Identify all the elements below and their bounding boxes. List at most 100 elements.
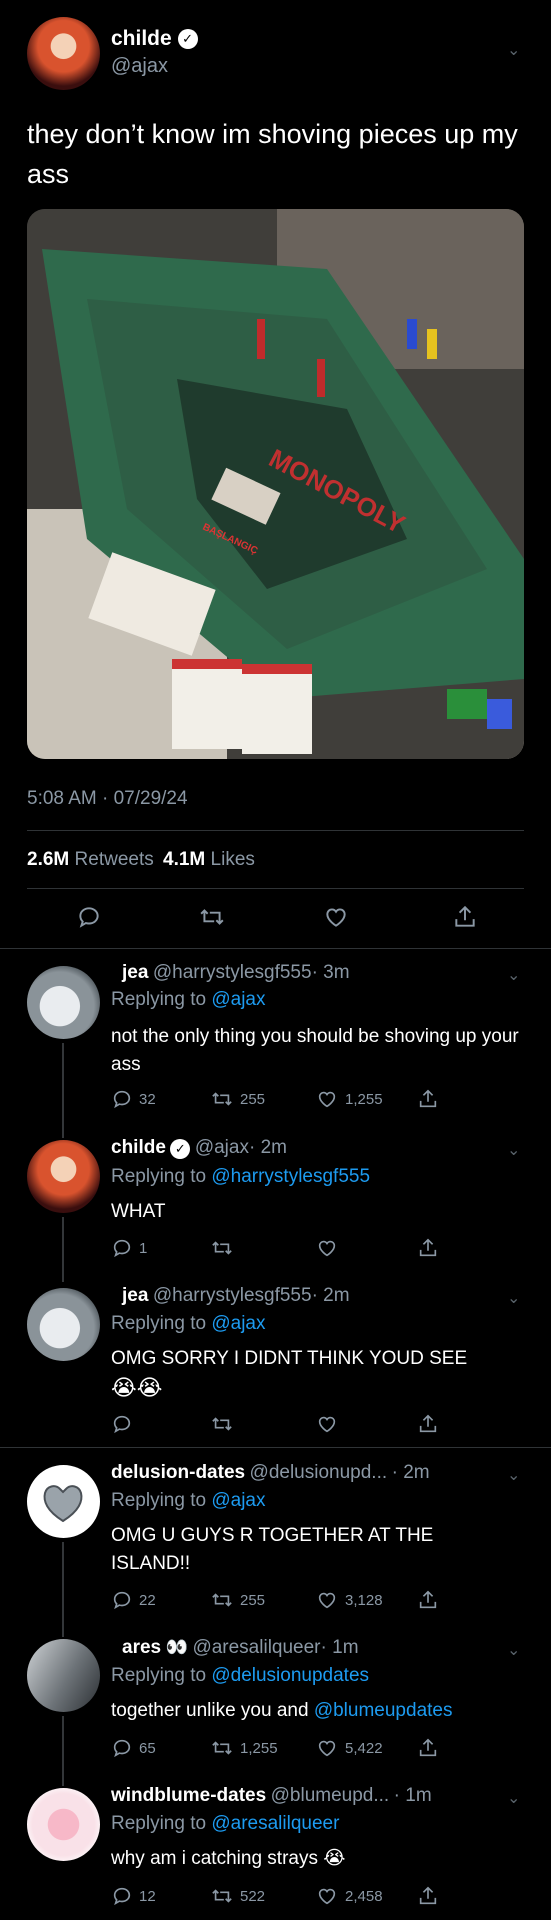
thread-line	[62, 1043, 64, 1138]
chevron-down-icon[interactable]: ⌄	[507, 1640, 520, 1660]
reply-time[interactable]: · 2m	[392, 1462, 430, 1483]
avatar[interactable]	[27, 1140, 100, 1213]
reply-time[interactable]: · 3m	[312, 962, 350, 983]
avatar[interactable]	[27, 1639, 100, 1712]
reply-button[interactable]: 22	[111, 1589, 156, 1611]
avatar[interactable]	[27, 1288, 100, 1361]
share-button[interactable]	[417, 1589, 445, 1611]
handle[interactable]: @ajax	[111, 55, 168, 78]
handle[interactable]: @ajax	[195, 1137, 249, 1158]
reply-icon	[113, 1887, 131, 1906]
like-button[interactable]: 1,255	[315, 1088, 383, 1110]
heart-icon	[326, 908, 346, 927]
handle[interactable]: @blumeupd...	[271, 1785, 390, 1806]
share-button[interactable]	[417, 1088, 445, 1110]
retweet-button[interactable]: 255	[210, 1589, 265, 1611]
share-icon	[419, 1414, 437, 1433]
mention-link[interactable]: @ajax	[211, 989, 265, 1010]
display-name[interactable]: jea	[122, 1285, 148, 1306]
share-icon	[419, 1886, 437, 1905]
display-name[interactable]: childe	[111, 27, 172, 50]
reply-icon	[113, 1591, 131, 1610]
reply-text: not the only thing you should be shoving…	[111, 1026, 519, 1075]
mention-link[interactable]: @ajax	[211, 1313, 265, 1334]
retweet-icon	[212, 1741, 232, 1755]
avatar[interactable]	[27, 1465, 100, 1538]
retweet-button[interactable]	[210, 1413, 240, 1435]
share-icon	[455, 905, 475, 927]
retweet-button[interactable]: 255	[210, 1088, 265, 1110]
reply-button[interactable]: 32	[111, 1088, 156, 1110]
handle[interactable]: @delusionupd...	[250, 1462, 388, 1483]
avatar[interactable]	[27, 966, 100, 1039]
reply-time[interactable]: · 1m	[321, 1637, 359, 1658]
handle[interactable]: @harrystylesgf555	[153, 1285, 312, 1306]
chevron-down-icon[interactable]: ⌄	[507, 1288, 520, 1308]
display-name[interactable]: ares	[122, 1637, 161, 1658]
chevron-down-icon[interactable]: ⌄	[507, 40, 520, 60]
thread-line	[62, 1217, 64, 1282]
reply-header: ares 👀 @aresalilqueer· 1m	[122, 1637, 359, 1659]
retweet-button[interactable]: 1,255	[210, 1737, 278, 1759]
reply-time[interactable]: · 1m	[394, 1785, 432, 1806]
reply-time[interactable]: · 2m	[249, 1137, 287, 1158]
retweet-button[interactable]: 522	[210, 1885, 265, 1907]
retweet-button[interactable]	[210, 1237, 240, 1259]
tweet-photo[interactable]: MONOPOLY BAŞLANGIÇ	[27, 209, 524, 759]
like-button[interactable]	[322, 904, 356, 930]
chevron-down-icon[interactable]: ⌄	[507, 965, 520, 985]
share-icon	[419, 1738, 437, 1757]
tweet-timestamp[interactable]: 5:08 AM · 07/29/24	[27, 788, 188, 810]
display-name[interactable]: childe	[111, 1137, 166, 1158]
reply-button[interactable]: 1	[111, 1237, 147, 1259]
display-name[interactable]: windblume-dates	[111, 1785, 266, 1806]
share-button[interactable]	[417, 1237, 445, 1259]
mention-link[interactable]: @ajax	[211, 1490, 265, 1511]
retweets-label[interactable]: Retweets	[75, 849, 154, 870]
retweet-count: 255	[240, 1591, 266, 1609]
like-button[interactable]	[315, 1237, 345, 1259]
reply-text: OMG U GUYS R TOGETHER AT THE ISLAND!!	[111, 1525, 434, 1574]
display-name[interactable]: delusion-dates	[111, 1462, 245, 1483]
mention-link[interactable]: @harrystylesgf555	[211, 1166, 370, 1187]
like-button[interactable]: 5,422	[315, 1737, 383, 1759]
mention-link[interactable]: @blumeupdates	[314, 1700, 453, 1721]
mention-link[interactable]: @aresalilqueer	[211, 1813, 339, 1834]
retweet-button[interactable]	[198, 904, 232, 930]
like-count: 2,458	[345, 1887, 383, 1905]
heart-icon	[318, 1740, 336, 1757]
reply-button[interactable]	[76, 904, 108, 930]
reply-button[interactable]: 12	[111, 1885, 156, 1907]
chevron-down-icon[interactable]: ⌄	[507, 1465, 520, 1485]
reply-emoji: 😭😭	[111, 1375, 163, 1400]
likes-label[interactable]: Likes	[211, 849, 255, 870]
avatar[interactable]	[27, 17, 100, 90]
reply-button[interactable]	[111, 1413, 139, 1435]
replying-to: Replying to @ajax	[111, 1313, 266, 1335]
retweets-count[interactable]: 2.6M	[27, 849, 69, 870]
reply-count: 1	[139, 1239, 148, 1257]
reply-icon	[113, 1090, 131, 1109]
likes-count[interactable]: 4.1M	[163, 849, 205, 870]
share-button[interactable]	[417, 1885, 445, 1907]
mention-link[interactable]: @delusionupdates	[211, 1665, 369, 1686]
display-name[interactable]: jea	[122, 962, 148, 983]
handle[interactable]: @harrystylesgf555	[153, 962, 312, 983]
replying-to: Replying to @ajax	[111, 1490, 266, 1512]
like-button[interactable]	[315, 1413, 345, 1435]
reply-time[interactable]: · 2m	[312, 1285, 350, 1306]
replying-to-label: Replying to	[111, 1813, 207, 1834]
reply-count: 32	[139, 1090, 156, 1108]
chevron-down-icon[interactable]: ⌄	[507, 1140, 520, 1160]
avatar[interactable]	[27, 1788, 100, 1861]
like-button[interactable]: 2,458	[315, 1885, 383, 1907]
retweet-icon	[212, 1417, 232, 1431]
share-button[interactable]	[417, 1413, 445, 1435]
like-button[interactable]: 3,128	[315, 1589, 383, 1611]
share-button[interactable]	[452, 904, 484, 930]
chevron-down-icon[interactable]: ⌄	[507, 1788, 520, 1808]
replying-to-label: Replying to	[111, 1313, 207, 1334]
reply-button[interactable]: 65	[111, 1737, 156, 1759]
share-button[interactable]	[417, 1737, 445, 1759]
handle[interactable]: @aresalilqueer	[192, 1637, 320, 1658]
